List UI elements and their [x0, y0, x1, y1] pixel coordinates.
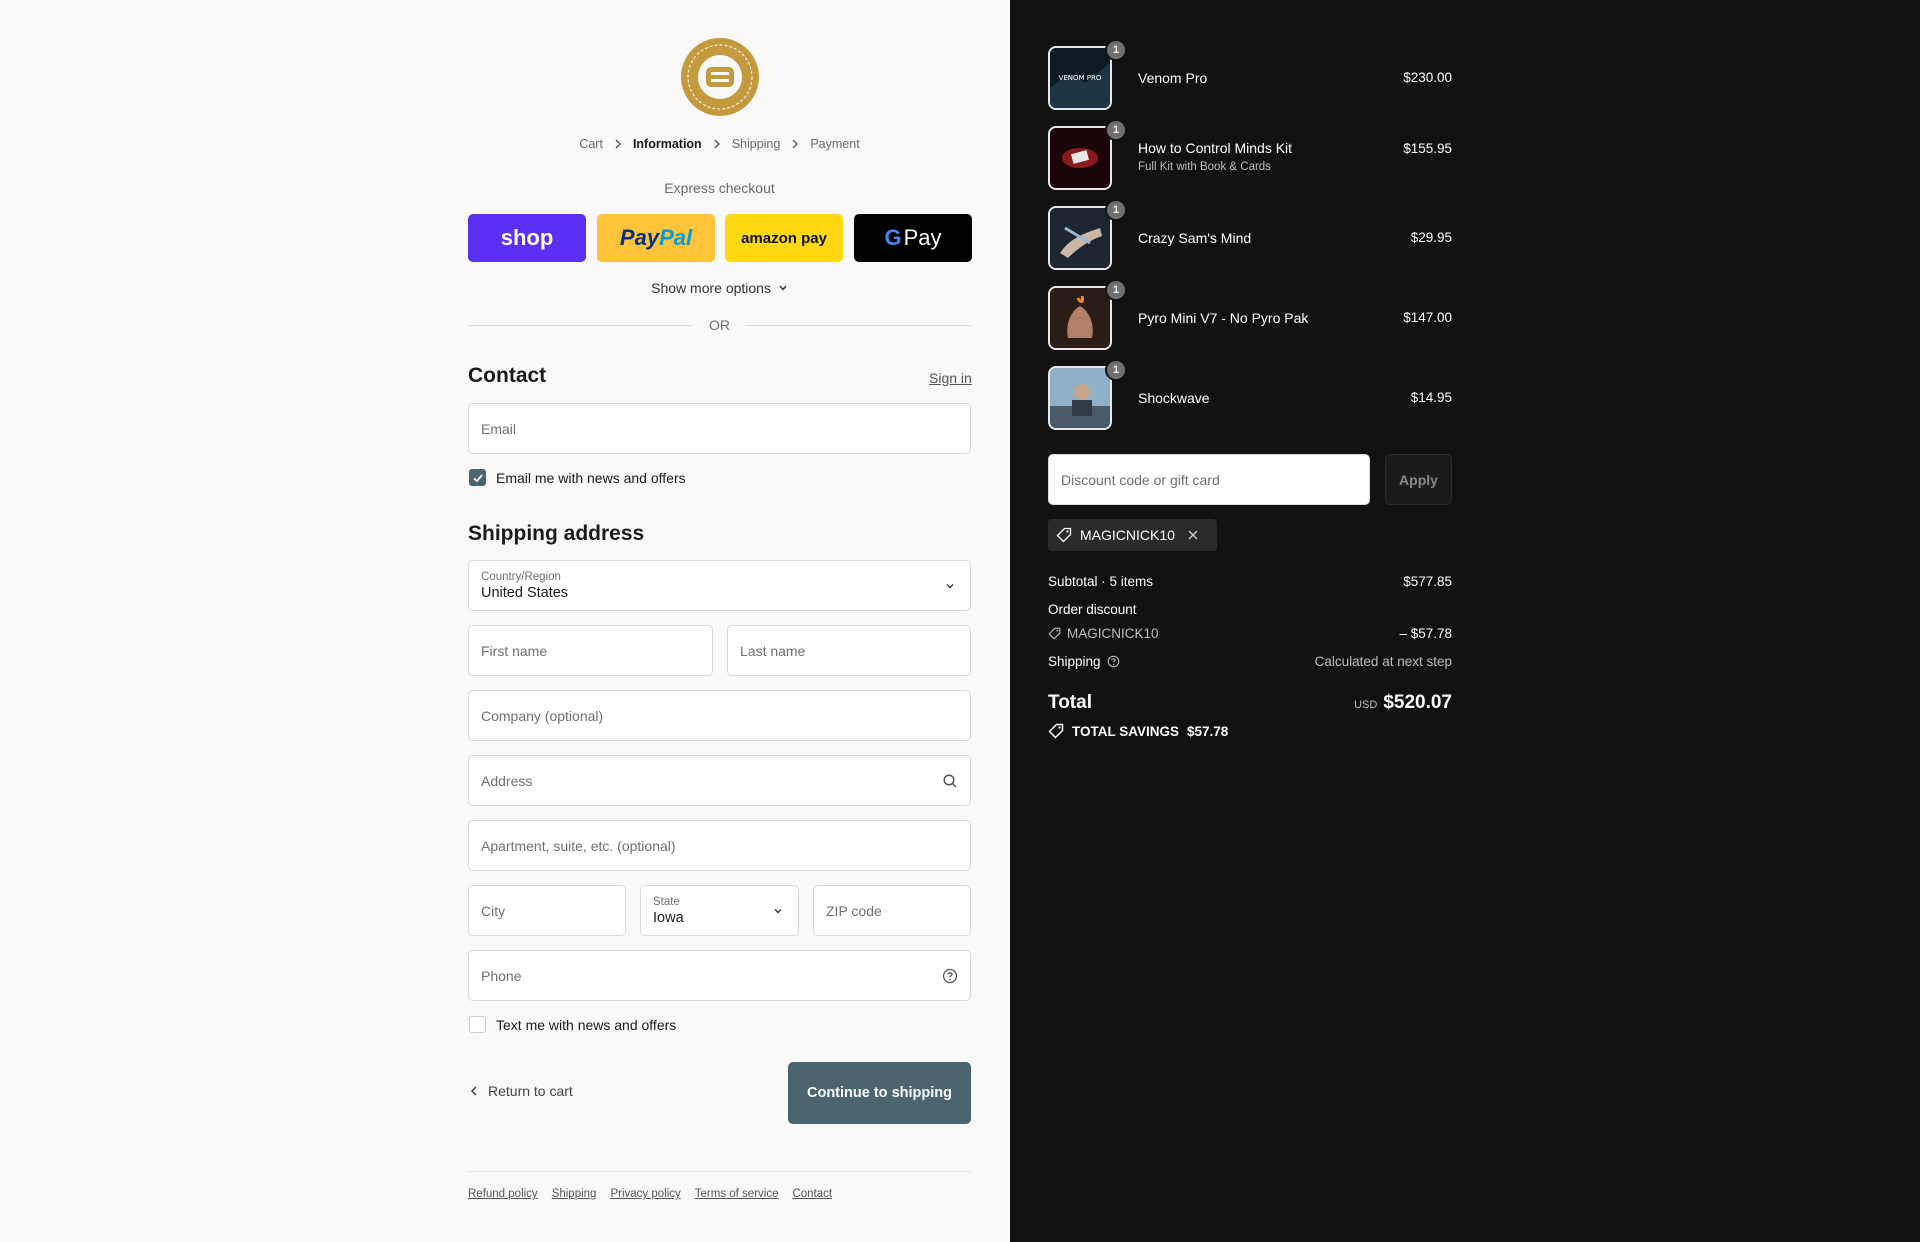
company-field[interactable]: Company (optional) [468, 690, 971, 741]
applied-discount-tag: MAGICNICK10 [1048, 519, 1217, 551]
chevron-down-icon [774, 908, 782, 913]
cart-item: 1 Crazy Sam's Mind $29.95 [1048, 199, 1452, 270]
product-thumbnail-label: VENOM PRO [1059, 74, 1102, 82]
help-circle-icon[interactable] [1107, 655, 1120, 668]
footer-divider [468, 1171, 971, 1172]
shipping-policy-link[interactable]: Shipping [552, 1188, 597, 1200]
item-name: Crazy Sam's Mind [1138, 230, 1252, 246]
chevron-down-icon [779, 285, 787, 291]
quantity-badge: 1 [1105, 119, 1127, 141]
cart-item: VENOM PRO 1 Venom Pro $230.00 [1048, 39, 1452, 110]
shipping-address-heading: Shipping address [468, 522, 645, 545]
city-field[interactable]: City [468, 885, 626, 936]
cart-item: 1 Pyro Mini V7 - No Pyro Pak $147.00 [1048, 279, 1452, 350]
quantity-badge: 1 [1105, 199, 1127, 221]
total-value: $520.07 [1383, 692, 1452, 713]
show-more-options-button[interactable]: Show more options [468, 280, 971, 296]
phone-field[interactable]: Phone [468, 950, 971, 1001]
google-g-icon: G [884, 225, 902, 250]
contact-link[interactable]: Contact [792, 1188, 832, 1200]
zip-code-field[interactable]: ZIP code [813, 885, 971, 936]
or-divider-label: OR [693, 317, 746, 333]
privacy-policy-link[interactable]: Privacy policy [610, 1188, 680, 1200]
item-price: $14.95 [1410, 390, 1452, 405]
product-thumbnail: VENOM PRO [1048, 46, 1112, 110]
return-to-cart-link[interactable]: Return to cart [468, 1083, 573, 1099]
item-variant: Full Kit with Book & Cards [1138, 161, 1271, 173]
tag-icon [1048, 723, 1064, 739]
product-thumbnail [1048, 206, 1112, 270]
cart-item: 1 Shockwave $14.95 [1048, 359, 1452, 430]
item-price: $230.00 [1403, 70, 1452, 85]
discount-code-input[interactable]: Discount code or gift card [1048, 454, 1370, 505]
item-price: $147.00 [1403, 310, 1452, 325]
help-circle-icon[interactable] [942, 968, 958, 984]
chevron-left-icon [470, 1086, 477, 1096]
order-summary-panel: VENOM PRO 1 Venom Pro $230.00 1 How to C… [1010, 0, 1920, 1242]
item-name: Shockwave [1138, 390, 1210, 406]
last-name-field[interactable]: Last name [727, 625, 971, 676]
shipping-row: Shipping Calculated at next step [1048, 654, 1452, 669]
tag-icon [1048, 627, 1061, 640]
item-price: $155.95 [1403, 141, 1452, 156]
discount-row: MAGICNICK10 – $57.78 [1048, 626, 1452, 643]
subtotal-row: Subtotal · 5 items $577.85 [1048, 574, 1452, 589]
sign-in-link[interactable]: Sign in [929, 370, 972, 386]
breadcrumb-shipping: Shipping [731, 137, 781, 151]
text-news-label: Text me with news and offers [496, 1016, 677, 1033]
amazon-pay-button[interactable]: amazon pay [725, 214, 843, 262]
text-news-checkbox[interactable] [469, 1016, 486, 1033]
chevron-right-icon [714, 139, 720, 149]
product-thumbnail [1048, 366, 1112, 430]
item-name: How to Control Minds Kit [1138, 140, 1293, 156]
chevron-right-icon [792, 139, 799, 149]
total-amount: USD $520.07 [1048, 692, 1452, 714]
breadcrumb-information: Information [632, 137, 702, 151]
shop-pay-button[interactable]: shop [468, 214, 586, 262]
contact-heading: Contact [468, 364, 547, 387]
google-pay-button[interactable]: G Pay [854, 214, 972, 262]
tag-icon [1056, 527, 1072, 543]
currency-code: USD [1354, 699, 1378, 711]
quantity-badge: 1 [1105, 39, 1127, 61]
checkmark-icon [472, 473, 483, 482]
cart-item: 1 How to Control Minds Kit Full Kit with… [1048, 119, 1452, 190]
chevron-down-icon [946, 583, 954, 588]
paypal-button[interactable]: Pay Pal [597, 214, 715, 262]
text-news-option[interactable]: Text me with news and offers [469, 1016, 676, 1033]
applied-discount-code: MAGICNICK10 [1080, 527, 1175, 543]
total-savings: TOTAL SAVINGS $57.78 [1048, 723, 1228, 739]
search-icon [943, 773, 957, 788]
apartment-field[interactable]: Apartment, suite, etc. (optional) [468, 820, 971, 871]
product-thumbnail [1048, 286, 1112, 350]
close-icon[interactable] [1187, 529, 1199, 541]
breadcrumb: Cart Information Shipping Payment [468, 136, 971, 152]
first-name-field[interactable]: First name [468, 625, 713, 676]
checkout-form-panel: Cart Information Shipping Payment Expres… [0, 0, 1010, 1242]
quantity-badge: 1 [1105, 279, 1127, 301]
breadcrumb-cart[interactable]: Cart [579, 137, 603, 151]
refund-policy-link[interactable]: Refund policy [468, 1188, 538, 1200]
email-news-option[interactable]: Email me with news and offers [469, 469, 686, 486]
apply-discount-button[interactable]: Apply [1385, 454, 1452, 505]
continue-to-shipping-button[interactable]: Continue to shipping [788, 1062, 971, 1124]
email-news-checkbox[interactable] [469, 469, 486, 486]
express-checkout-label: Express checkout [664, 180, 775, 196]
breadcrumb-payment: Payment [810, 137, 860, 151]
chevron-right-icon [615, 139, 621, 149]
quantity-badge: 1 [1105, 359, 1127, 381]
footer-links: Refund policy Shipping Privacy policy Te… [468, 1188, 832, 1200]
order-discount-label: Order discount [1048, 602, 1137, 617]
email-news-label: Email me with news and offers [496, 469, 686, 486]
address-field[interactable]: Address [468, 755, 971, 806]
product-thumbnail [1048, 126, 1112, 190]
item-price: $29.95 [1410, 230, 1452, 245]
store-logo[interactable] [680, 37, 760, 117]
terms-of-service-link[interactable]: Terms of service [695, 1188, 779, 1200]
state-select[interactable]: State Iowa [640, 885, 799, 936]
email-field[interactable]: Email [468, 403, 971, 454]
item-name: Venom Pro [1138, 70, 1208, 86]
item-name: Pyro Mini V7 - No Pyro Pak [1138, 310, 1309, 326]
country-select[interactable]: Country/Region United States [468, 560, 971, 611]
